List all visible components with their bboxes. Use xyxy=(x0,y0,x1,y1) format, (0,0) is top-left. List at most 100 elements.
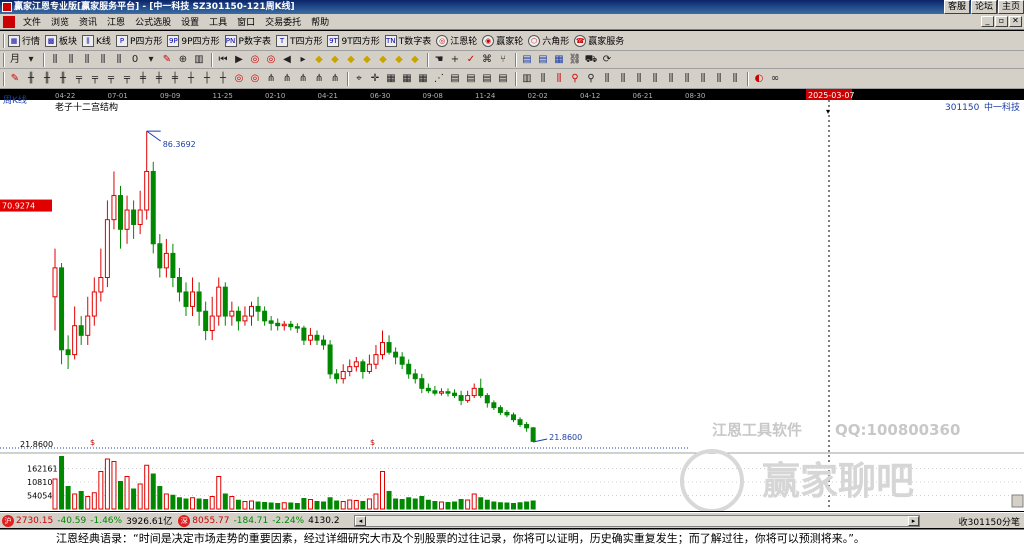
minimize-button[interactable]: _ xyxy=(981,16,994,27)
grid-view-icon[interactable]: ▦ xyxy=(552,53,566,67)
toolbar-button-9[interactable]: ◎ 江恩轮 xyxy=(436,34,477,47)
diamond-6-icon[interactable]: ◆ xyxy=(392,53,406,67)
menu-formula-screen[interactable]: 公式选股 xyxy=(130,15,176,28)
car-icon[interactable]: ⛟ xyxy=(584,53,598,67)
tool-13-icon[interactable]: ⚲ xyxy=(584,72,598,86)
hand-icon[interactable]: ☚ xyxy=(432,53,446,67)
tool-2-icon[interactable]: ▦ xyxy=(400,72,414,86)
diamond-5-icon[interactable]: ◆ xyxy=(376,53,390,67)
draw-line-2-icon[interactable]: ╫ xyxy=(40,72,54,86)
tool-5-icon[interactable]: ▤ xyxy=(448,72,462,86)
diamond-4-icon[interactable]: ◆ xyxy=(360,53,374,67)
kline-bars-3-icon[interactable]: ⫼ xyxy=(80,53,94,67)
play-left-icon[interactable]: ◀ xyxy=(280,53,294,67)
draw-line-1-icon[interactable]: ╫ xyxy=(24,72,38,86)
tool-18-icon[interactable]: ⫼ xyxy=(664,72,678,86)
pattern-icon[interactable]: ✎ xyxy=(160,53,174,67)
toolbar-button-3[interactable]: P P四方形 xyxy=(115,34,162,47)
tag-icon[interactable]: ⌘ xyxy=(480,53,494,67)
tool-10-icon[interactable]: ⫼ xyxy=(536,72,550,86)
draw-line-9-icon[interactable]: ╪ xyxy=(152,72,166,86)
restore-button[interactable]: ▫ xyxy=(995,16,1008,27)
tool-4-icon[interactable]: ⋰ xyxy=(432,72,446,86)
draw-fan-4-icon[interactable]: ⋔ xyxy=(312,72,326,86)
menu-file[interactable]: 文件 xyxy=(18,15,46,28)
tool-17-icon[interactable]: ⫼ xyxy=(648,72,662,86)
kline-bars-2-icon[interactable]: ⫼ xyxy=(64,53,78,67)
index2-icon[interactable]: 深 xyxy=(178,514,191,527)
toolbar-button-8[interactable]: TN T数字表 xyxy=(384,34,431,47)
counter-field[interactable]: 0 xyxy=(128,53,142,67)
menu-help[interactable]: 帮助 xyxy=(306,15,334,28)
refresh-icon[interactable]: ⟳ xyxy=(600,53,614,67)
toolbar-button-1[interactable]: ▩ 板块 xyxy=(45,34,77,47)
tool-22-icon[interactable]: ⫼ xyxy=(728,72,742,86)
tool-19-icon[interactable]: ⫼ xyxy=(680,72,694,86)
draw-line-7-icon[interactable]: ╤ xyxy=(120,72,134,86)
diamond-2-icon[interactable]: ◆ xyxy=(328,53,342,67)
cross-icon[interactable]: ✛ xyxy=(368,72,382,86)
draw-fan-2-icon[interactable]: ⋔ xyxy=(280,72,294,86)
diamond-3-icon[interactable]: ◆ xyxy=(344,53,358,67)
link-icon[interactable]: ⛓ xyxy=(568,53,582,67)
close-button[interactable]: ✕ xyxy=(1009,16,1022,27)
tool-21-icon[interactable]: ⫼ xyxy=(712,72,726,86)
draw-line-10-icon[interactable]: ╪ xyxy=(168,72,182,86)
forum-link[interactable]: 论坛 xyxy=(970,0,997,14)
period-select[interactable]: 月 xyxy=(8,53,22,67)
toolbar-button-7[interactable]: 9T 9T四方形 xyxy=(327,34,380,47)
crosshair-icon[interactable]: ⊕ xyxy=(176,53,190,67)
counter-arrow-icon[interactable]: ▾ xyxy=(144,53,158,67)
draw-line-12-icon[interactable]: ┼ xyxy=(200,72,214,86)
chart-area[interactable]: 04-22 07-01 09-09 11-25 02-10 04-21 06-30 09-08… xyxy=(0,89,1024,511)
draw-circle-icon[interactable]: ◎ xyxy=(232,72,246,86)
draw-line-6-icon[interactable]: ╤ xyxy=(104,72,118,86)
draw-fan-3-icon[interactable]: ⋔ xyxy=(296,72,310,86)
diamond-1-icon[interactable]: ◆ xyxy=(312,53,326,67)
check-icon[interactable]: ✓ xyxy=(464,53,478,67)
table-icon[interactable]: ▤ xyxy=(520,53,534,67)
menu-news[interactable]: 资讯 xyxy=(74,15,102,28)
toolbar-button-12[interactable]: ☎ 赢家服务 xyxy=(574,34,624,47)
menu-app-icon[interactable] xyxy=(3,15,15,28)
scroll-left-icon[interactable]: ◂ xyxy=(355,516,366,526)
toolbar-button-5[interactable]: PN P数字表 xyxy=(224,34,271,47)
tool-16-icon[interactable]: ⫼ xyxy=(632,72,646,86)
color-wheel-icon[interactable]: ◐ xyxy=(752,72,766,86)
draw-pen-icon[interactable]: ✎ xyxy=(8,72,22,86)
draw-line-5-icon[interactable]: ╤ xyxy=(88,72,102,86)
menu-tools[interactable]: 工具 xyxy=(204,15,232,28)
target-icon[interactable]: ◎ xyxy=(248,53,262,67)
tool-12-icon[interactable]: ⚲ xyxy=(568,72,582,86)
toolbar-button-11[interactable]: ⬡ 六角形 xyxy=(528,34,569,47)
target-2-icon[interactable]: ◎ xyxy=(264,53,278,67)
kline-bars-5-icon[interactable]: ⫼ xyxy=(112,53,126,67)
draw-line-13-icon[interactable]: ┼ xyxy=(216,72,230,86)
draw-line-11-icon[interactable]: ┼ xyxy=(184,72,198,86)
toolbar-button-6[interactable]: T T四方形 xyxy=(275,34,322,47)
toolbar-button-2[interactable]: ⫼ K线 xyxy=(82,34,111,47)
list-icon[interactable]: ▤ xyxy=(536,53,550,67)
tool-7-icon[interactable]: ▤ xyxy=(480,72,494,86)
select-icon[interactable]: ⌖ xyxy=(352,72,366,86)
horizontal-scrollbar[interactable]: ◂ ▸ xyxy=(354,515,920,527)
tool-20-icon[interactable]: ⫼ xyxy=(696,72,710,86)
customer-service-link[interactable]: 客服 xyxy=(943,0,970,14)
homepage-link[interactable]: 主页 xyxy=(997,0,1024,14)
plus-icon[interactable]: + xyxy=(448,53,462,67)
toolbar-button-4[interactable]: 9P 9P四方形 xyxy=(167,34,220,47)
tool-6-icon[interactable]: ▤ xyxy=(464,72,478,86)
tool-8-icon[interactable]: ▤ xyxy=(496,72,510,86)
kline-bars-icon[interactable]: ⫼ xyxy=(48,53,62,67)
tool-11-icon[interactable]: ⫼ xyxy=(552,72,566,86)
kline-chart[interactable]: 04-22 07-01 09-09 11-25 02-10 04-21 06-30 09-08… xyxy=(0,89,1024,511)
kline-bars-4-icon[interactable]: ⫼ xyxy=(96,53,110,67)
menu-browse[interactable]: 浏览 xyxy=(46,15,74,28)
menu-trade[interactable]: 交易委托 xyxy=(260,15,306,28)
menu-window[interactable]: 窗口 xyxy=(232,15,260,28)
dropdown-arrow-icon[interactable]: ▾ xyxy=(24,53,38,67)
tool-14-icon[interactable]: ⫼ xyxy=(600,72,614,86)
scroll-right-icon[interactable]: ▸ xyxy=(908,516,919,526)
draw-line-4-icon[interactable]: ╤ xyxy=(72,72,86,86)
first-icon[interactable]: ⏮ xyxy=(216,53,230,67)
